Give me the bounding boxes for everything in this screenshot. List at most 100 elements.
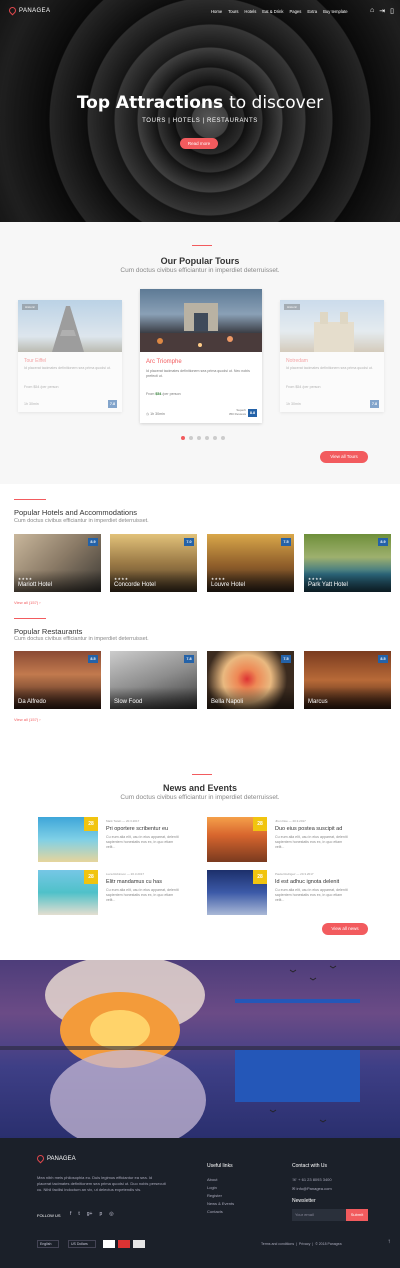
news-meta: Jhon Doe — 20.3.2017 [275, 819, 306, 823]
view-all-restaurants-link[interactable]: View all (157) › [14, 717, 41, 722]
news-date-badge: 28 [253, 870, 267, 884]
footer-phone[interactable]: ☏ + 61 23 8093 3400 [292, 1177, 332, 1182]
menu-item-home[interactable]: Home [211, 9, 222, 14]
tour-description: Id placerat tacimates definitionem sea p… [24, 366, 111, 370]
currency-select[interactable]: US Dollars [68, 1240, 96, 1248]
hotel-card[interactable]: ★★★★ Louvre Hotel 7.5 [207, 534, 294, 592]
read-more-button[interactable]: Read more [180, 138, 218, 149]
star-rating: ★★★★ [18, 577, 33, 581]
terms-link[interactable]: Terms and conditions [261, 1242, 294, 1246]
news-item[interactable]: 28 Mark Twain — 20.3.2017 Pri oportere s… [38, 817, 179, 862]
paypal-icon [133, 1240, 145, 1248]
menu-item-hotels[interactable]: Hotels [244, 9, 256, 14]
hotel-card[interactable]: ★★★★ Concorde Hotel 7.0 [110, 534, 197, 592]
menu-item-tours[interactable]: Tours [228, 9, 238, 14]
score-badge: 8.5 [88, 655, 98, 663]
footer-link-contacts[interactable]: Contacts [207, 1209, 223, 1214]
carousel-dot[interactable] [197, 436, 201, 440]
tour-description: Id placerat tacimates definitionem sea p… [146, 369, 250, 378]
menu-item-extra[interactable]: Extra [307, 9, 317, 14]
restaurant-name: Slow Food [114, 699, 143, 705]
tour-name[interactable]: Notredam [286, 358, 308, 364]
view-all-news-button[interactable]: View all news [322, 923, 368, 935]
menu-icon[interactable]: ▯ [390, 7, 394, 15]
tour-name[interactable]: Arc Triomphe [146, 359, 182, 365]
news-section: News and Events Cum doctus civibus effic… [0, 752, 400, 960]
carousel-dot[interactable] [205, 436, 209, 440]
hotel-name: Mariott Hotel [18, 582, 53, 588]
tour-rating-text: Superb 350 Reviews [228, 408, 246, 416]
tour-name[interactable]: Tour Eiffel [24, 358, 46, 364]
tours-subtitle: Cum doctus civibus efficiantur in imperd… [120, 267, 280, 274]
divider [14, 618, 46, 619]
pinterest-icon[interactable]: p [99, 1211, 102, 1217]
instagram-icon[interactable]: ◎ [109, 1211, 113, 1217]
score-badge: 7.0 [184, 538, 194, 546]
twitter-icon[interactable]: t [78, 1211, 79, 1217]
newsletter-email-input[interactable]: Your email [292, 1209, 346, 1221]
newsletter-title: Newsletter [292, 1198, 316, 1204]
news-title[interactable]: Duo eius postea suscipit ad [275, 826, 342, 832]
news-item[interactable]: 28 Luca Robinson — 20.3.2017 Elitr manda… [38, 870, 179, 915]
arrow-right-icon: › [39, 600, 41, 605]
visa-card-icon [103, 1240, 115, 1248]
logo-text: PANAGEA [19, 7, 51, 14]
mail-icon: ✉ [292, 1186, 296, 1191]
score-badge: 7.5 [281, 655, 291, 663]
menu-item-pages[interactable]: Pages [289, 9, 301, 14]
footer-link-register[interactable]: Register [207, 1193, 222, 1198]
restaurant-card[interactable]: Da Alfredo 8.5 [14, 651, 101, 709]
news-title[interactable]: Pri oportere scribentur eu [106, 826, 168, 832]
news-description: Cu eum alia elit, usu in eius appareat, … [106, 888, 179, 902]
google-plus-icon[interactable]: g+ [87, 1211, 93, 1217]
logo-pin-icon [7, 5, 18, 16]
news-item[interactable]: 28 Jhon Doe — 20.3.2017 Duo eius postea … [207, 817, 348, 862]
news-subtitle: Cum doctus civibus efficiantur in imperd… [120, 794, 280, 801]
restaurant-card[interactable]: Marcus 8.5 [304, 651, 391, 709]
back-to-top-icon[interactable]: ↑ [384, 1239, 394, 1249]
restaurant-name: Bella Napoli [211, 699, 244, 705]
footer-email[interactable]: ✉ info@Panagea.com [292, 1186, 332, 1191]
tour-price: From $54 /per person [146, 392, 181, 396]
login-icon[interactable]: ⇥ [379, 7, 385, 15]
news-meta: Luca Robinson — 20.3.2017 [106, 872, 145, 876]
carousel-dot[interactable] [221, 436, 225, 440]
hotel-name: Louvre Hotel [211, 582, 246, 588]
footer-about: Mea nibh meis philosophia eu. Duis legim… [37, 1175, 166, 1192]
news-item[interactable]: 28 Paula Rodrigez — 20.3.2017 Id est adh… [207, 870, 348, 915]
language-select[interactable]: English [37, 1240, 59, 1248]
news-title[interactable]: Id est adhuc ignota delenit [275, 879, 339, 885]
restaurant-name: Da Alfredo [18, 699, 47, 705]
carousel-dot[interactable] [213, 436, 217, 440]
restaurant-card[interactable]: Slow Food 7.8 [110, 651, 197, 709]
main-menu: Home Tours Hotels Eat & Drink Pages Extr… [211, 9, 348, 14]
tour-card[interactable]: Arc Triomphe Id placerat tacimates defin… [140, 289, 262, 423]
carousel-dot[interactable] [189, 436, 193, 440]
footer-link-about[interactable]: About [207, 1177, 217, 1182]
facebook-icon[interactable]: f [70, 1211, 71, 1217]
menu-item-buy-template[interactable]: Buy template [323, 9, 347, 14]
lantern-banner-image [0, 960, 400, 1138]
hotel-card[interactable]: ★★★★ Park Yatt Hotel 8.9 [304, 534, 391, 592]
newsletter-submit-button[interactable]: Submit [346, 1209, 368, 1221]
news-date-badge: 28 [84, 870, 98, 884]
footer-link-login[interactable]: Login [207, 1185, 217, 1190]
footer-bottom-links: Terms and conditions | Privacy | © 2018 … [261, 1242, 342, 1246]
tour-card[interactable]: Historic Tour Eiffel Id placerat tacimat… [18, 300, 122, 412]
tour-card[interactable]: Historic Notredam Id placerat tacimates … [280, 300, 384, 412]
footer-logo[interactable]: PANAGEA [35, 1153, 76, 1164]
tour-tag: Historic [22, 304, 39, 310]
privacy-link[interactable]: Privacy [299, 1242, 310, 1246]
footer-link-news[interactable]: News & Events [207, 1201, 234, 1206]
carousel-dot[interactable] [181, 436, 185, 440]
restaurant-card[interactable]: Bella Napoli 7.5 [207, 651, 294, 709]
logo[interactable]: PANAGEA [7, 5, 51, 16]
arc-triomphe-image [140, 303, 262, 352]
view-all-tours-button[interactable]: View all Tours [320, 451, 368, 463]
menu-item-eat-drink[interactable]: Eat & Drink [262, 9, 283, 14]
hotel-card[interactable]: ★★★★ Mariott Hotel 8.9 [14, 534, 101, 592]
view-all-hotels-link[interactable]: View all (157) › [14, 600, 41, 605]
cart-icon[interactable]: ⌂ [370, 7, 374, 15]
divider [14, 499, 46, 500]
news-title[interactable]: Elitr mandamus cu has [106, 879, 162, 885]
